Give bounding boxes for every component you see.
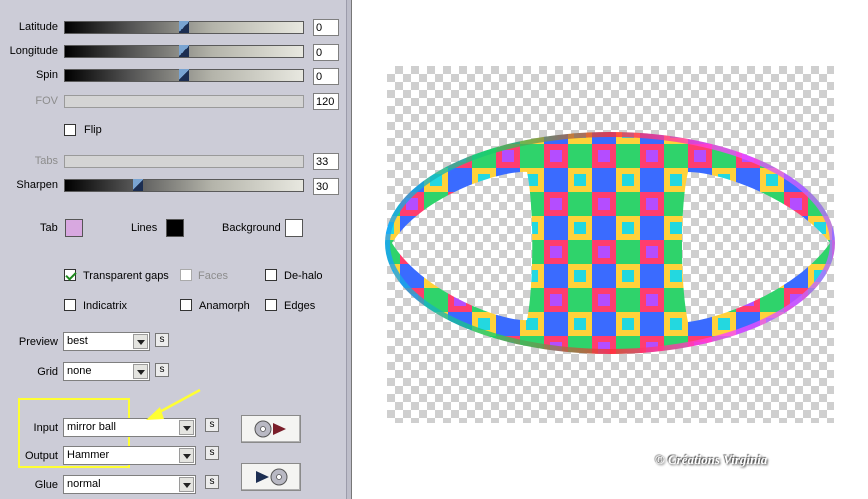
glue-s-button[interactable]: s bbox=[205, 475, 219, 489]
input-label: Input bbox=[33, 422, 58, 434]
edges-checkbox[interactable] bbox=[265, 299, 277, 311]
longitude-slider-thumb[interactable] bbox=[179, 45, 189, 57]
grid-select[interactable]: none bbox=[63, 362, 150, 381]
chevron-down-icon[interactable] bbox=[179, 477, 194, 492]
tab-color-swatch[interactable] bbox=[65, 219, 83, 237]
glue-select[interactable]: normal bbox=[63, 475, 196, 494]
chevron-down-icon[interactable] bbox=[179, 448, 194, 463]
edges-label: Edges bbox=[284, 300, 316, 312]
longitude-value[interactable]: 0 bbox=[313, 44, 339, 61]
faces-checkbox bbox=[180, 269, 192, 281]
grid-select-value: none bbox=[67, 365, 92, 377]
tabs-slider bbox=[64, 155, 304, 168]
faces-label: Faces bbox=[198, 270, 228, 282]
indicatrix-checkbox[interactable] bbox=[64, 299, 76, 311]
transparent-gaps-checkbox[interactable] bbox=[64, 269, 76, 281]
input-select-value: mirror ball bbox=[67, 421, 116, 433]
de-halo-label: De-halo bbox=[284, 270, 323, 282]
output-label: Output bbox=[24, 450, 58, 462]
flip-checkbox[interactable] bbox=[64, 124, 76, 136]
indicatrix-label: Indicatrix bbox=[83, 300, 128, 312]
sharpen-value[interactable]: 30 bbox=[313, 178, 339, 195]
spin-value[interactable]: 0 bbox=[313, 68, 339, 85]
chevron-down-icon[interactable] bbox=[133, 334, 148, 349]
fov-slider bbox=[64, 95, 304, 108]
spin-slider[interactable] bbox=[64, 69, 304, 82]
spin-label: Spin bbox=[35, 69, 58, 81]
fov-label: FOV bbox=[35, 95, 58, 107]
grid-label: Grid bbox=[37, 366, 58, 378]
background-color-swatch[interactable] bbox=[285, 219, 303, 237]
tabs-value[interactable]: 33 bbox=[313, 153, 339, 170]
tabs-label: Tabs bbox=[34, 155, 58, 167]
transparent-gaps-label: Transparent gaps bbox=[83, 270, 169, 282]
longitude-label: Longitude bbox=[9, 45, 58, 57]
anamorph-checkbox[interactable] bbox=[180, 299, 192, 311]
latitude-label: Latitude bbox=[18, 21, 58, 33]
disc-to-play-icon bbox=[254, 420, 286, 438]
longitude-slider[interactable] bbox=[64, 45, 304, 58]
anamorph-label: Anamorph bbox=[199, 300, 250, 312]
preview-canvas[interactable]: © Créations Virginia bbox=[351, 0, 868, 499]
latitude-slider[interactable] bbox=[64, 21, 304, 34]
preview-label: Preview bbox=[18, 336, 58, 348]
play-to-disc-icon bbox=[256, 468, 288, 486]
chevron-down-icon[interactable] bbox=[133, 364, 148, 379]
sharpen-label: Sharpen bbox=[16, 179, 58, 191]
latitude-value[interactable]: 0 bbox=[313, 19, 339, 36]
fov-value[interactable]: 120 bbox=[313, 93, 339, 110]
tab-color-label: Tab bbox=[40, 222, 58, 234]
lines-color-label: Lines bbox=[131, 222, 158, 234]
spin-slider-thumb[interactable] bbox=[179, 69, 189, 81]
output-s-button[interactable]: s bbox=[205, 446, 219, 460]
settings-panel: Latitude 0 Longitude 0 Spin 0 FOV 120 Fl… bbox=[0, 0, 346, 499]
latitude-slider-thumb[interactable] bbox=[179, 21, 189, 33]
grid-s-button[interactable]: s bbox=[155, 363, 169, 377]
output-select-value: Hammer bbox=[67, 449, 110, 461]
preview-s-button[interactable]: s bbox=[155, 333, 169, 347]
preview-select[interactable]: best bbox=[63, 332, 150, 351]
glue-label: Glue bbox=[34, 479, 58, 491]
sharpen-slider-thumb[interactable] bbox=[133, 179, 143, 191]
watermark-text: © Créations Virginia bbox=[655, 452, 768, 467]
sharpen-slider[interactable] bbox=[64, 179, 304, 192]
background-color-label: Background bbox=[222, 222, 281, 234]
disc-to-play-button[interactable] bbox=[241, 415, 301, 443]
preview-select-value: best bbox=[67, 335, 88, 347]
lines-color-swatch[interactable] bbox=[166, 219, 184, 237]
glue-select-value: normal bbox=[67, 478, 101, 490]
flip-label: Flip bbox=[84, 124, 102, 136]
de-halo-checkbox[interactable] bbox=[265, 269, 277, 281]
mirror-ball-preview-image bbox=[380, 127, 842, 360]
output-select[interactable]: Hammer bbox=[63, 446, 196, 465]
annotation-arrow-icon bbox=[146, 388, 201, 420]
play-to-disc-button[interactable] bbox=[241, 463, 301, 491]
